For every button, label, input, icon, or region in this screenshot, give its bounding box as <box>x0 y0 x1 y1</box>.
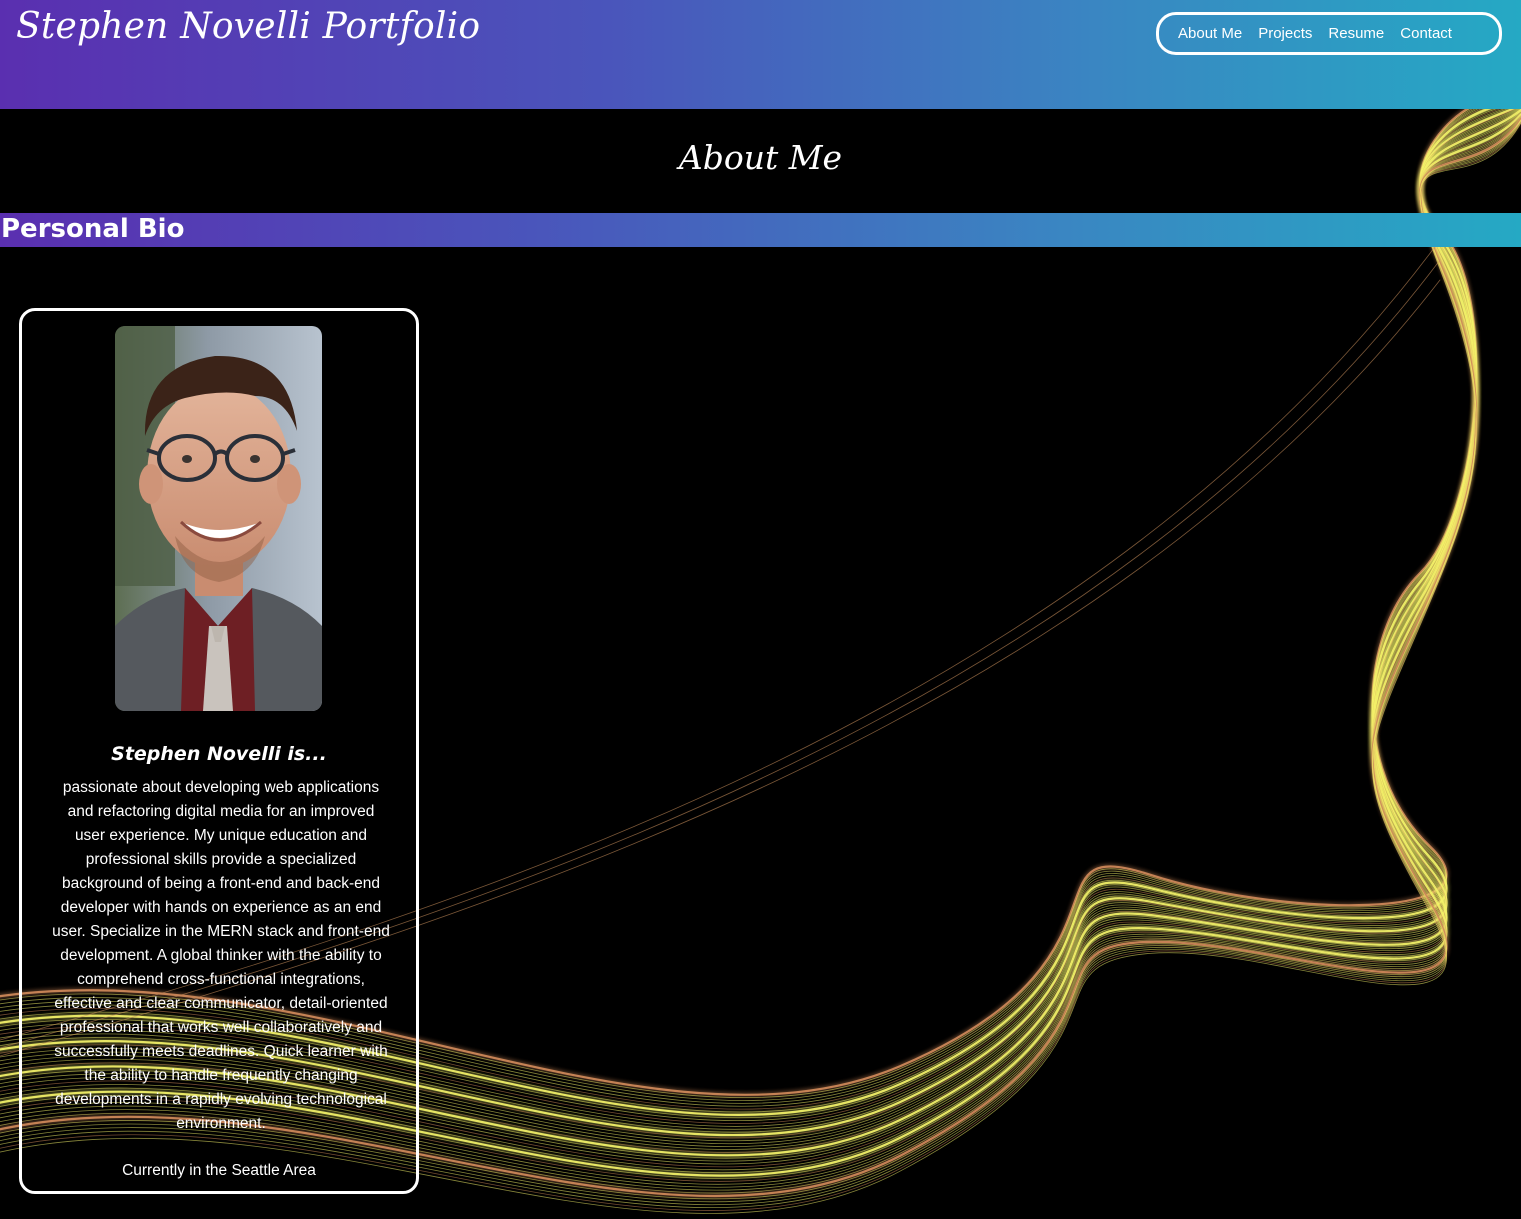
bio-card: Stephen Novelli is... passionate about d… <box>19 308 419 1194</box>
profile-photo <box>115 326 322 711</box>
nav-link-contact[interactable]: Contact <box>1400 25 1452 42</box>
nav-link-about-me[interactable]: About Me <box>1178 25 1242 42</box>
bio-text: passionate about developing web applicat… <box>52 779 390 1132</box>
page: Stephen Novelli Portfolio About Me Proje… <box>0 0 1521 1219</box>
nav-link-resume[interactable]: Resume <box>1328 25 1384 42</box>
about-me-heading: About Me <box>678 138 843 177</box>
bio-location: Currently in the Seattle Area <box>122 1162 316 1179</box>
site-title[interactable]: Stephen Novelli Portfolio <box>16 6 480 47</box>
main-nav: About Me Projects Resume Contact <box>1156 12 1502 55</box>
nav-link-projects[interactable]: Projects <box>1258 25 1312 42</box>
personal-bio-bar: Personal Bio <box>0 213 1521 247</box>
bio-name-heading: Stephen Novelli is... <box>111 743 327 765</box>
site-header: Stephen Novelli Portfolio About Me Proje… <box>0 0 1521 109</box>
personal-bio-heading: Personal Bio <box>1 214 185 244</box>
